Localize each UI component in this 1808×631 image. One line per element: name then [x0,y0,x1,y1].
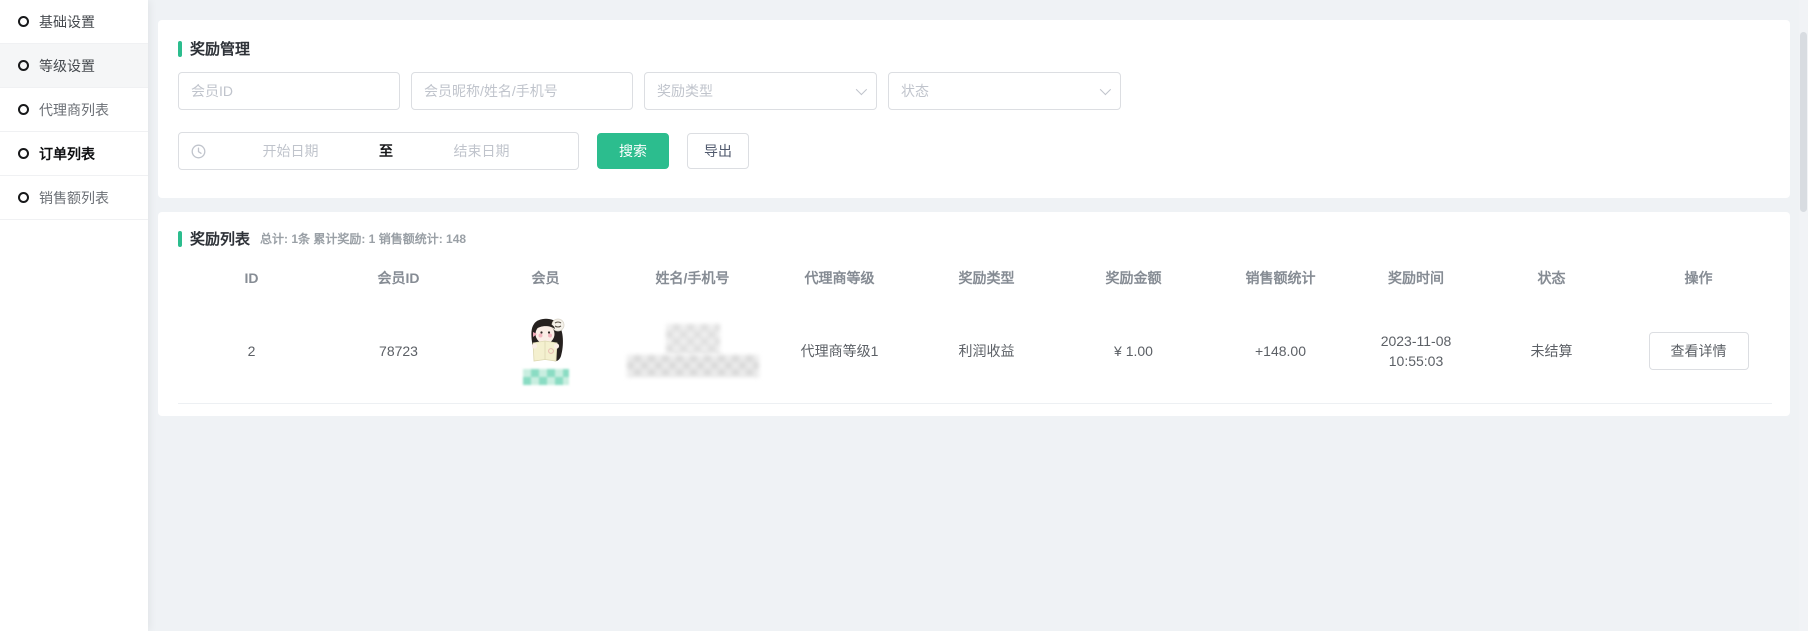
end-date-placeholder: 结束日期 [397,141,566,161]
sidebar-item-label: 销售额列表 [39,188,109,208]
sidebar-item-basic-settings[interactable]: 基础设置 [0,0,148,44]
sidebar-item-order-list[interactable]: 订单列表 [0,132,148,176]
cell-sales: +148.00 [1207,299,1354,403]
cell-action: 查看详情 [1625,299,1772,403]
sidebar: 基础设置 等级设置 代理商列表 订单列表 销售额列表 [0,0,148,631]
sidebar-item-label: 等级设置 [39,56,95,76]
col-header-status: 状态 [1478,257,1625,299]
sidebar-item-sales-list[interactable]: 销售额列表 [0,176,148,220]
name-pixelated [619,324,766,377]
date-range-picker[interactable]: 开始日期 至 结束日期 [178,132,579,170]
reward-table: ID 会员ID 会员 姓名/手机号 代理商等级 奖励类型 奖励金额 销售额统计 … [178,257,1772,404]
col-header-id: ID [178,257,325,299]
cell-member [472,299,619,403]
sidebar-item-label: 订单列表 [39,144,95,164]
start-date-placeholder: 开始日期 [206,141,375,161]
view-detail-button[interactable]: 查看详情 [1649,332,1749,370]
table-header-row: ID 会员ID 会员 姓名/手机号 代理商等级 奖励类型 奖励金额 销售额统计 … [178,257,1772,299]
table-row: 2 78723 [178,299,1772,403]
avatar [520,316,572,366]
chevron-down-icon [1100,84,1111,95]
date-separator: 至 [375,141,397,161]
scrollbar-thumb[interactable] [1800,32,1807,212]
export-button[interactable]: 导出 [687,133,749,169]
col-header-amount: 奖励金额 [1060,257,1207,299]
cell-name-phone [619,299,766,403]
cell-reward-type: 利润收益 [913,299,1060,403]
sidebar-item-agent-list[interactable]: 代理商列表 [0,88,148,132]
circle-icon [18,60,29,71]
chevron-down-icon [856,84,867,95]
reward-type-placeholder: 奖励类型 [657,81,713,101]
cell-status: 未结算 [1478,299,1625,403]
sidebar-item-label: 代理商列表 [39,100,109,120]
vertical-scrollbar[interactable] [1799,0,1808,631]
status-select[interactable]: 状态 [888,72,1121,110]
col-header-time: 奖励时间 [1354,257,1478,299]
reward-list-card: 奖励列表 总计: 1条 累计奖励: 1 销售额统计: 148 ID 会员ID 会… [158,212,1790,416]
cell-amount: ¥ 1.00 [1060,299,1207,403]
circle-icon [18,192,29,203]
main-content: 奖励管理 奖励类型 状态 开始日期 至 结束日期 [148,0,1808,416]
member-badge-pixelated [523,369,569,385]
cell-id: 2 [178,299,325,403]
col-header-sales: 销售额统计 [1207,257,1354,299]
list-summary-stats: 总计: 1条 累计奖励: 1 销售额统计: 148 [260,230,466,247]
list-card-title: 奖励列表 总计: 1条 累计奖励: 1 销售额统计: 148 [178,228,1770,249]
cell-member-id: 78723 [325,299,472,403]
filter-row-2: 开始日期 至 结束日期 搜索 导出 [178,132,1770,170]
member-id-input[interactable] [178,72,400,110]
col-header-action: 操作 [1625,257,1772,299]
list-title: 奖励列表 [190,228,250,249]
col-header-member-id: 会员ID [325,257,472,299]
page-title: 奖励管理 [190,38,250,59]
filter-card-title: 奖励管理 [178,38,1770,59]
status-placeholder: 状态 [901,81,929,101]
reward-type-select[interactable]: 奖励类型 [644,72,877,110]
circle-icon [18,104,29,115]
title-accent-bar [178,231,182,247]
circle-icon [18,148,29,159]
member-name-phone-input[interactable] [411,72,633,110]
col-header-member: 会员 [472,257,619,299]
circle-icon [18,16,29,27]
col-header-name-phone: 姓名/手机号 [619,257,766,299]
col-header-reward-type: 奖励类型 [913,257,1060,299]
cell-agent-level: 代理商等级1 [766,299,913,403]
search-button[interactable]: 搜索 [597,133,669,169]
title-accent-bar [178,41,182,57]
filter-row-1: 奖励类型 状态 [178,72,1770,110]
sidebar-item-label: 基础设置 [39,12,95,32]
clock-icon [191,144,206,159]
cell-time: 2023-11-08 10:55:03 [1354,299,1478,403]
col-header-agent-level: 代理商等级 [766,257,913,299]
reward-filter-card: 奖励管理 奖励类型 状态 开始日期 至 结束日期 [158,20,1790,198]
sidebar-item-level-settings[interactable]: 等级设置 [0,44,148,88]
